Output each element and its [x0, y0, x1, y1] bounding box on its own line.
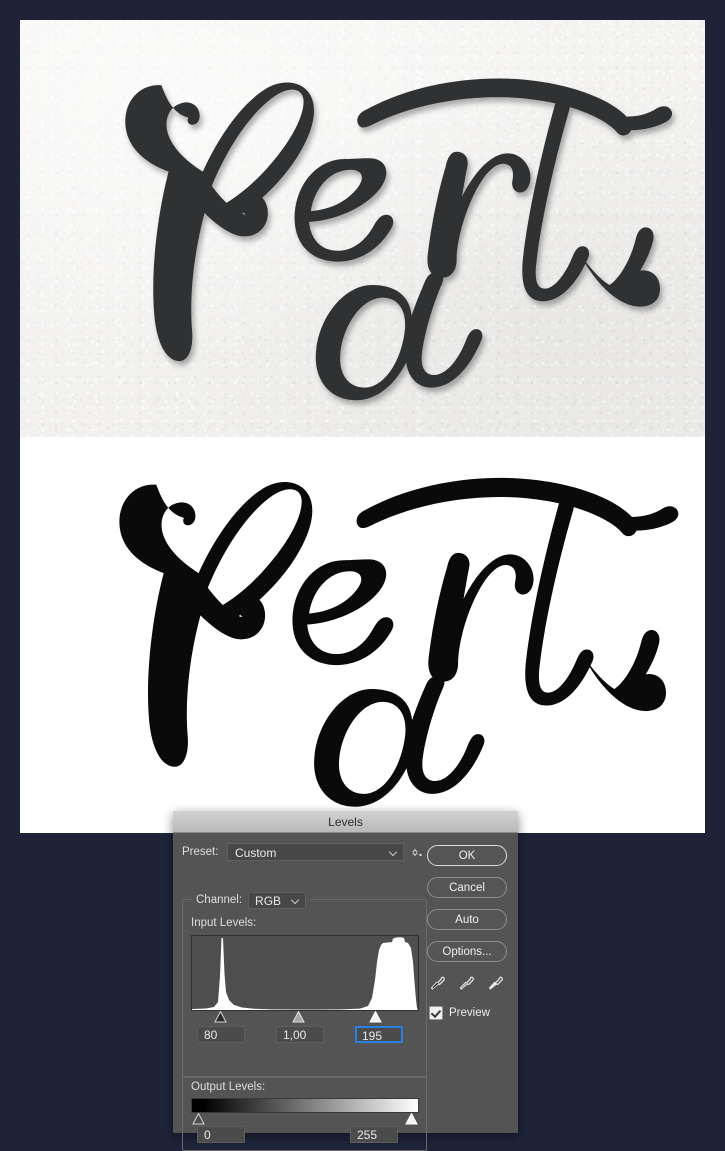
input-levels-label: Input Levels: — [191, 917, 257, 929]
dialog-title: Levels — [328, 814, 363, 829]
preset-row: Preset: Custom — [182, 843, 425, 861]
dialog-titlebar[interactable]: Levels — [173, 811, 518, 833]
output-levels-slider[interactable] — [191, 1112, 419, 1125]
input-black-value[interactable]: 80 — [197, 1026, 245, 1043]
chevron-down-icon — [292, 896, 299, 903]
input-levels-group: Channel: RGB Input Levels: 80 1,00 195 — [182, 890, 427, 1078]
auto-button[interactable]: Auto — [427, 909, 507, 930]
output-levels-label: Output Levels: — [191, 1081, 266, 1093]
options-button[interactable]: Options... — [427, 941, 507, 962]
artwork-panel-textured — [20, 20, 705, 437]
dialog-left-column: Preset: Custom — [182, 843, 425, 874]
preset-label: Preset: — [182, 846, 219, 858]
output-gradient-bar — [191, 1098, 419, 1113]
histogram-plot[interactable] — [191, 935, 419, 1011]
dialog-right-column: OK Cancel Auto Options... Preview — [427, 845, 507, 1020]
cancel-button[interactable]: Cancel — [427, 877, 507, 898]
output-levels-group: Output Levels: 0 255 — [182, 1076, 427, 1151]
preset-options-gear-button[interactable] — [405, 846, 427, 862]
channel-value: RGB — [255, 893, 282, 908]
preview-label: Preview — [449, 1007, 490, 1019]
eyedropper-black-point-icon[interactable] — [429, 974, 447, 995]
lettering-heart-clean — [119, 477, 679, 807]
eyedropper-tools — [429, 974, 505, 995]
input-white-value[interactable]: 195 — [355, 1026, 403, 1043]
preview-checkbox[interactable] — [429, 1006, 443, 1020]
channel-label: Channel: — [196, 894, 243, 906]
lettering-heart-textured — [125, 78, 673, 401]
dialog-body: Preset: Custom Channel: RGB Input Levels… — [173, 833, 518, 1151]
chevron-down-icon — [390, 848, 397, 855]
preset-value: Custom — [235, 846, 277, 860]
eyedropper-white-point-icon[interactable] — [487, 974, 505, 995]
input-levels-slider[interactable] — [191, 1010, 419, 1023]
lettering-artwork-stack — [20, 20, 705, 833]
eyedropper-gray-point-icon[interactable] — [458, 974, 476, 995]
output-black-value[interactable]: 0 — [197, 1126, 245, 1143]
channel-select[interactable]: RGB — [248, 891, 307, 909]
histogram-curve — [192, 936, 418, 1010]
artwork-panel-clean — [20, 437, 705, 833]
preview-row[interactable]: Preview — [429, 1006, 507, 1020]
levels-dialog[interactable]: Levels Preset: Custom Channel: RGB Input… — [173, 811, 518, 1151]
ok-button[interactable]: OK — [427, 845, 507, 866]
preset-select[interactable]: Custom — [227, 843, 404, 861]
output-white-value[interactable]: 255 — [350, 1126, 398, 1143]
gear-icon — [412, 849, 422, 857]
channel-row: Channel: RGB — [192, 890, 311, 910]
input-gamma-value[interactable]: 1,00 — [276, 1026, 324, 1043]
